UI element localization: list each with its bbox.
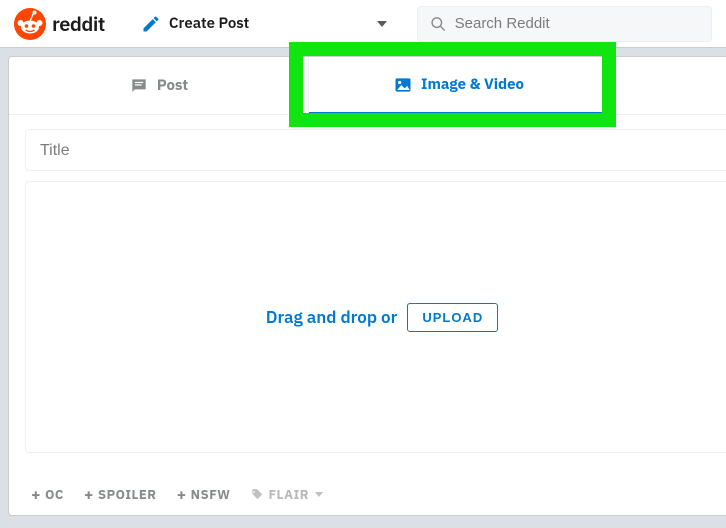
post-text-icon — [129, 76, 149, 96]
tag-oc-label: OC — [45, 486, 64, 503]
tab-image-video[interactable]: Image & Video — [309, 57, 609, 114]
plus-icon: + — [31, 487, 41, 503]
tag-nsfw-label: NSFW — [191, 486, 231, 503]
tag-spoiler[interactable]: + SPOILER — [84, 486, 157, 503]
create-post-card: Post Image & Video Drag and drop or UPLO… — [8, 56, 726, 516]
post-tags-row: + OC + SPOILER + NSFW FLAIR — [31, 486, 323, 503]
chevron-down-icon — [377, 21, 387, 27]
tag-nsfw[interactable]: + NSFW — [177, 486, 231, 503]
tag-flair-label: FLAIR — [268, 486, 309, 503]
tab-post-label: Post — [157, 76, 188, 95]
media-dropzone[interactable]: Drag and drop or UPLOAD — [25, 181, 726, 453]
search-input[interactable] — [455, 15, 699, 32]
reddit-logo[interactable]: reddit — [14, 8, 105, 40]
tag-spoiler-label: SPOILER — [98, 486, 157, 503]
dropzone-text: Drag and drop or — [266, 306, 398, 328]
title-field-wrap — [25, 129, 726, 171]
tab-image-video-label: Image & Video — [421, 75, 524, 94]
chevron-down-icon — [315, 492, 323, 497]
search-bar[interactable] — [417, 6, 712, 42]
tag-icon — [250, 488, 264, 502]
pencil-icon — [141, 14, 161, 34]
tab-post[interactable]: Post — [9, 57, 309, 114]
top-bar: reddit Create Post — [0, 0, 726, 48]
tag-oc[interactable]: + OC — [31, 486, 64, 503]
upload-button[interactable]: UPLOAD — [407, 303, 498, 332]
title-input[interactable] — [40, 142, 724, 160]
create-post-dropdown[interactable]: Create Post — [141, 14, 387, 34]
create-post-label: Create Post — [169, 14, 249, 33]
reddit-icon — [14, 8, 46, 40]
plus-icon: + — [177, 487, 187, 503]
post-type-tabs: Post Image & Video — [9, 57, 726, 115]
tag-flair[interactable]: FLAIR — [250, 486, 323, 503]
image-icon — [393, 75, 413, 95]
plus-icon: + — [84, 487, 94, 503]
reddit-wordmark: reddit — [52, 10, 105, 37]
search-icon — [430, 15, 446, 33]
